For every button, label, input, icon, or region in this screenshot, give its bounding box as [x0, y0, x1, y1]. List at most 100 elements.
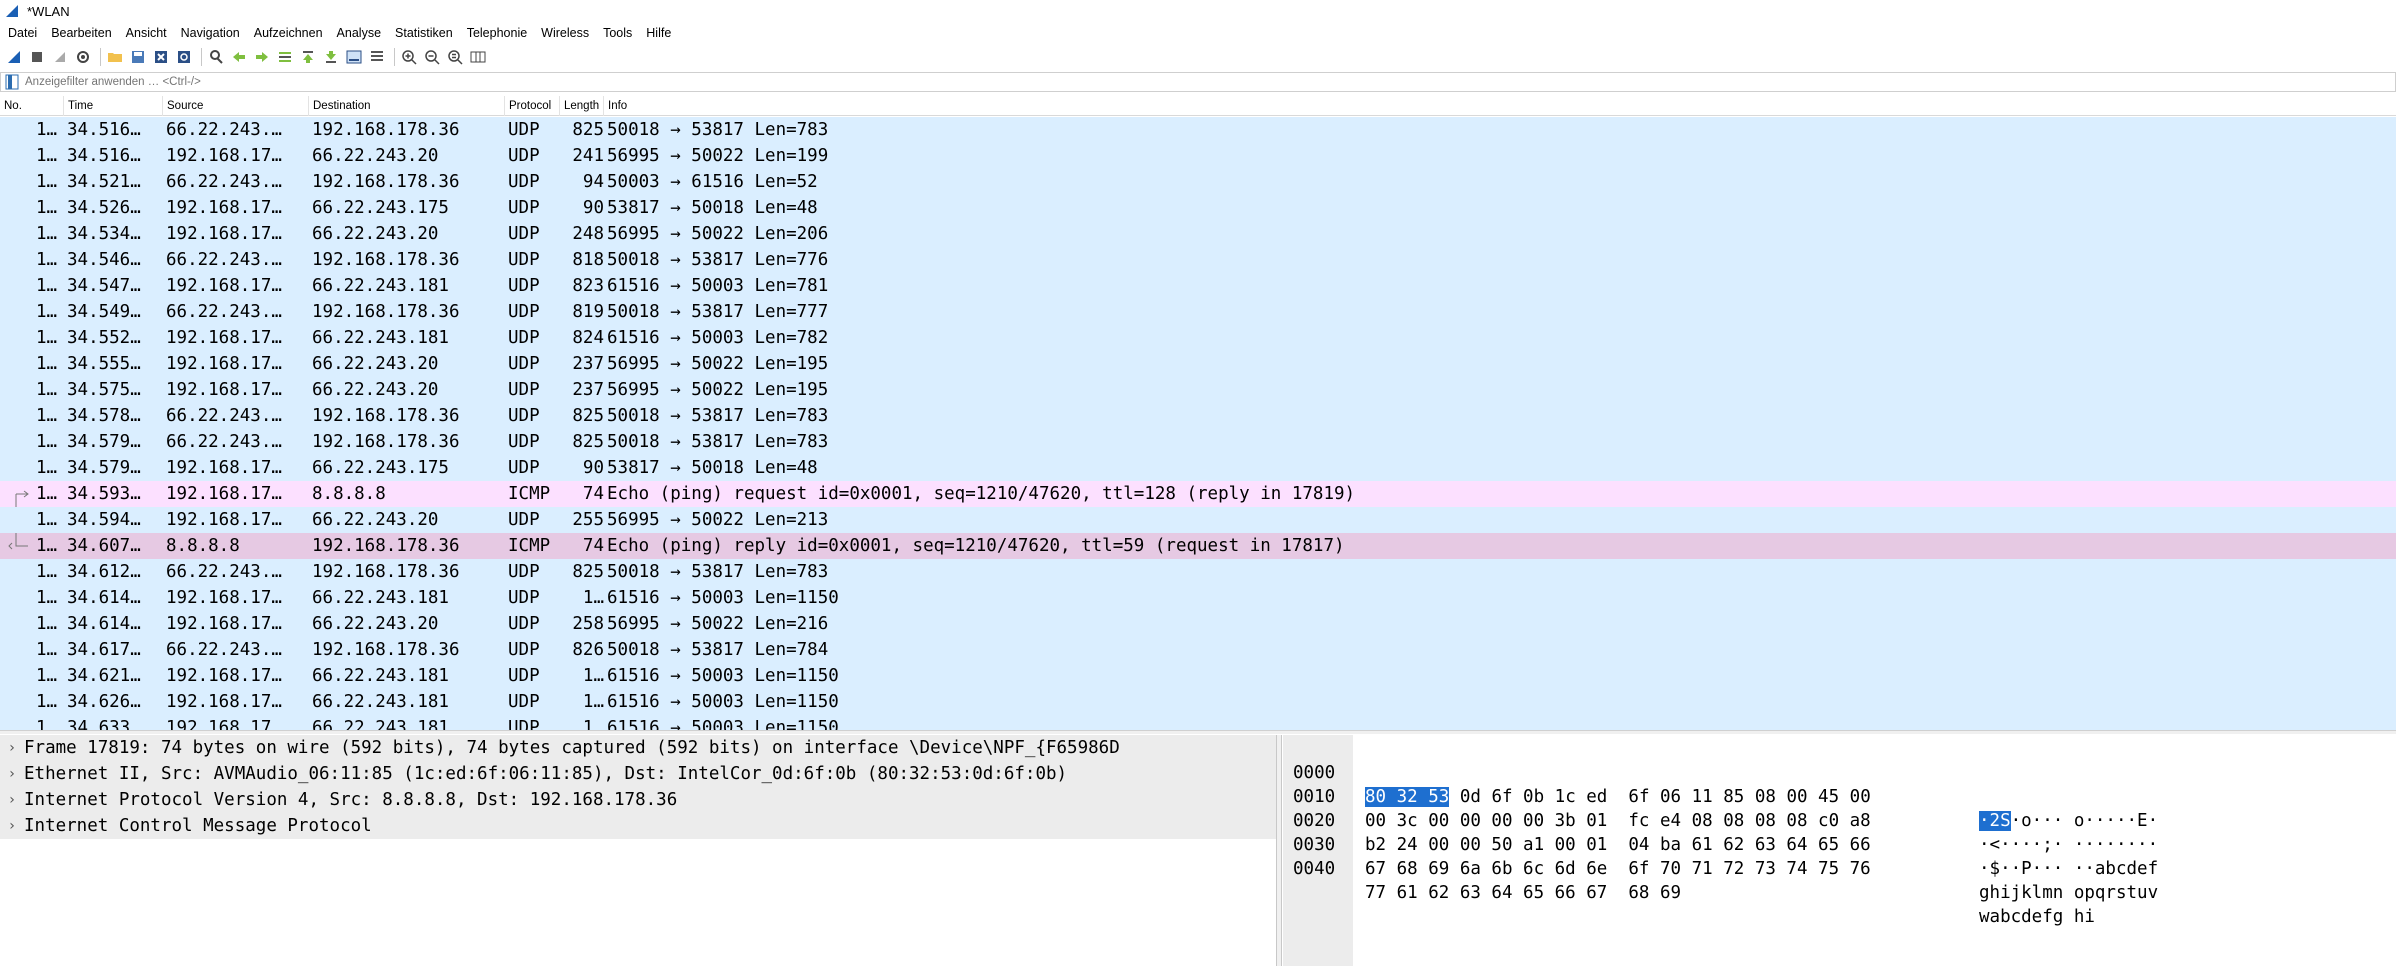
stop-capture-icon[interactable] [27, 47, 47, 67]
cell-length: 818 [572, 250, 604, 270]
save-file-icon[interactable] [128, 47, 148, 67]
menu-tools[interactable]: Tools [596, 22, 639, 44]
cell-destination: 192.168.178.36 [312, 302, 460, 322]
hex-values: b2 24 00 00 50 a1 00 01 04 ba 61 62 63 6… [1365, 835, 1871, 855]
column-source[interactable]: Source [163, 96, 309, 116]
cell-destination: 66.22.243.20 [312, 380, 439, 400]
cell-length: 819 [572, 302, 604, 322]
packet-row[interactable]: 1… 34.516… 66.22.243.… 192.168.178.36 UDP 825… [0, 117, 2396, 143]
horizontal-splitter[interactable] [0, 730, 2396, 734]
column-info[interactable]: Info [604, 96, 2396, 116]
packet-row[interactable]: 1… 34.516… 192.168.17… 66.22.243.20 UDP 241 56… [0, 143, 2396, 169]
open-file-icon[interactable] [105, 47, 125, 67]
first-packet-icon[interactable] [298, 47, 318, 67]
byte-offset: 0040 [1293, 859, 1336, 879]
packet-row[interactable]: 1… 34.547… 192.168.17… 66.22.243.181 UDP 823 6… [0, 273, 2396, 299]
packet-row[interactable]: 1… 34.534… 192.168.17… 66.22.243.20 UDP 248 56… [0, 221, 2396, 247]
packet-row[interactable]: 1… 34.578… 66.22.243.… 192.168.178.36 UDP 825… [0, 403, 2396, 429]
bytes-row[interactable]: 0040 77 61 62 63 64 65 66 67 68 69 wabcd… [1283, 833, 2095, 927]
packet-row[interactable]: 1… 34.612… 66.22.243.… 192.168.178.36 UDP 825… [0, 559, 2396, 585]
cell-no: 1… [36, 276, 58, 296]
packet-row[interactable]: 1… 34.549… 66.22.243.… 192.168.178.36 UDP 819… [0, 299, 2396, 325]
menu-wireless[interactable]: Wireless [534, 22, 596, 44]
packet-row[interactable]: 1… 34.575… 192.168.17… 66.22.243.20 UDP 237 56… [0, 377, 2396, 403]
capture-options-icon[interactable] [73, 47, 93, 67]
packet-row[interactable]: 1… 34.546… 66.22.243.… 192.168.178.36 UDP 818… [0, 247, 2396, 273]
packet-row[interactable]: 1… 34.579… 66.22.243.… 192.168.178.36 UDP 825… [0, 429, 2396, 455]
zoom-out-icon[interactable] [422, 47, 442, 67]
packet-row[interactable]: 1… 34.614… 192.168.17… 66.22.243.20 UDP 258 56… [0, 611, 2396, 637]
packet-row[interactable]: 1… 34.621… 192.168.17… 66.22.243.181 UDP 1… 61… [0, 663, 2396, 689]
bytes-row[interactable]: 0010 00 3c 00 00 00 00 3b 01 fc e4 08 08… [1283, 761, 2158, 855]
shark-fin-start-icon[interactable] [4, 47, 24, 67]
packet-row[interactable]: 1… 34.555… 192.168.17… 66.22.243.20 UDP 237 56… [0, 351, 2396, 377]
display-filter-input[interactable] [25, 76, 2325, 88]
menu-aufzeichnen[interactable]: Aufzeichnen [247, 22, 330, 44]
reload-file-icon[interactable] [174, 47, 194, 67]
bytes-row[interactable]: 0000 80 32 53 0d 6f 0b 1c ed 6f 06 11 85… [1283, 737, 2158, 831]
filter-bookmark-icon[interactable] [5, 74, 19, 90]
cell-destination: 66.22.243.20 [312, 354, 439, 374]
cell-time: 34.633… [67, 718, 141, 730]
packet-row[interactable]: 1… 34.526… 192.168.17… 66.22.243.175 UDP 90 53… [0, 195, 2396, 221]
cell-source: 192.168.17… [166, 276, 282, 296]
packet-list: No. Time Source Destination Protocol Len… [0, 96, 2396, 730]
cell-time: 34.578… [67, 406, 141, 426]
colorize-icon[interactable] [367, 47, 387, 67]
bytes-row[interactable]: 0020 b2 24 00 00 50 a1 00 01 04 ba 61 62… [1283, 785, 2158, 879]
menu-statistiken[interactable]: Statistiken [388, 22, 460, 44]
packet-row[interactable]: 1… 34.617… 66.22.243.… 192.168.178.36 UDP 826… [0, 637, 2396, 663]
resize-columns-icon[interactable] [468, 47, 488, 67]
cell-no: 1… [36, 562, 58, 582]
packet-row[interactable]: 1… 34.626… 192.168.17… 66.22.243.181 UDP 1… 61… [0, 689, 2396, 715]
chevron-right-icon[interactable]: › [0, 761, 24, 787]
detail-icmp[interactable]: › Internet Control Message Protocol [0, 813, 1276, 839]
menu-analyse[interactable]: Analyse [330, 22, 388, 44]
menu-bearbeiten[interactable]: Bearbeiten [44, 22, 118, 44]
vertical-splitter[interactable] [1277, 735, 1282, 966]
go-to-packet-icon[interactable] [275, 47, 295, 67]
menu-navigation[interactable]: Navigation [174, 22, 247, 44]
chevron-right-icon[interactable]: › [0, 813, 24, 839]
go-forward-icon[interactable] [252, 47, 272, 67]
packet-row[interactable]: 1… 34.593… 192.168.17… 8.8.8.8 ICMP 74 Echo (p… [0, 481, 2396, 507]
packet-row[interactable]: 1… 34.552… 192.168.17… 66.22.243.181 UDP 824 6… [0, 325, 2396, 351]
packet-row[interactable]: 1… 34.579… 192.168.17… 66.22.243.175 UDP 90 53… [0, 455, 2396, 481]
cell-time: 34.516… [67, 146, 141, 166]
zoom-in-icon[interactable] [399, 47, 419, 67]
menu-telephonie[interactable]: Telephonie [460, 22, 534, 44]
zoom-reset-icon[interactable] [445, 47, 465, 67]
cell-source: 192.168.17… [166, 380, 282, 400]
column-destination[interactable]: Destination [309, 96, 505, 116]
packet-row[interactable]: 1… 34.521… 66.22.243.… 192.168.178.36 UDP 94 5… [0, 169, 2396, 195]
packet-row[interactable]: 1… 34.633… 192.168.17… 66.22.243.181 UDP 1… 61… [0, 715, 2396, 730]
column-time[interactable]: Time [64, 96, 163, 116]
detail-ethernet[interactable]: › Ethernet II, Src: AVMAudio_06:11:85 (1… [0, 761, 1276, 787]
packet-row[interactable]: 1… 34.594… 192.168.17… 66.22.243.20 UDP 255 56… [0, 507, 2396, 533]
column-no[interactable]: No. [0, 96, 64, 116]
menu-hilfe[interactable]: Hilfe [639, 22, 678, 44]
go-back-icon[interactable] [229, 47, 249, 67]
packet-row[interactable]: 1… 34.614… 192.168.17… 66.22.243.181 UDP 1… 61… [0, 585, 2396, 611]
last-packet-icon[interactable] [321, 47, 341, 67]
column-length[interactable]: Length [560, 96, 604, 116]
auto-scroll-icon[interactable] [344, 47, 364, 67]
menu-ansicht[interactable]: Ansicht [119, 22, 174, 44]
chevron-right-icon[interactable]: › [0, 787, 24, 813]
restart-capture-icon[interactable] [50, 47, 70, 67]
column-protocol[interactable]: Protocol [505, 96, 560, 116]
close-file-icon[interactable] [151, 47, 171, 67]
detail-frame-text: Frame 17819: 74 bytes on wire (592 bits)… [24, 738, 1120, 758]
find-packet-icon[interactable] [206, 47, 226, 67]
packet-row[interactable]: 1… 34.607… 8.8.8.8 192.168.178.36 ICMP 74 Echo… [0, 533, 2396, 559]
cell-no: 1… [36, 692, 58, 712]
detail-frame[interactable]: › Frame 17819: 74 bytes on wire (592 bit… [0, 735, 1276, 761]
cell-no: 1… [36, 224, 58, 244]
menu-datei[interactable]: Datei [1, 22, 44, 44]
cell-source: 192.168.17… [166, 328, 282, 348]
detail-ipv4[interactable]: › Internet Protocol Version 4, Src: 8.8.… [0, 787, 1276, 813]
bytes-row[interactable]: 0030 67 68 69 6a 6b 6c 6d 6e 6f 70 71 72… [1283, 809, 2158, 903]
cell-length: 826 [572, 640, 604, 660]
chevron-right-icon[interactable]: › [0, 735, 24, 761]
cell-info: 50018 → 53817 Len=784 [607, 640, 829, 660]
